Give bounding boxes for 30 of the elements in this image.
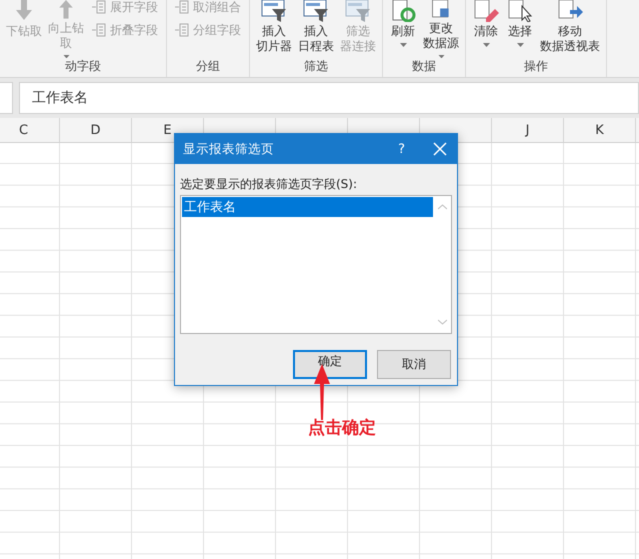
dialog-button[interactable]: 确定 (293, 350, 367, 379)
list-item[interactable]: 工作表名 (182, 197, 433, 217)
group-label: 分组 (196, 58, 220, 74)
annotation-text: 点击确定 (308, 417, 376, 439)
name-box[interactable] (0, 82, 13, 114)
ribbon-button[interactable]: 清除 (470, 0, 502, 58)
scroll-down-icon[interactable] (438, 319, 447, 325)
ribbon-button[interactable]: 移动 数据透视表 (538, 0, 602, 58)
field-prompt: 选定要显示的报表筛选页字段(S): (180, 176, 358, 193)
group-label: 动字段 (65, 58, 101, 74)
dialog-title: 显示报表筛选页 (183, 140, 275, 158)
scroll-up-icon[interactable] (438, 204, 447, 210)
group-label: 操作 (524, 58, 548, 74)
column-header[interactable]: K (564, 118, 636, 142)
column-header[interactable]: J (492, 118, 564, 142)
field-list[interactable]: 工作表名 (180, 195, 452, 334)
help-button[interactable]: ? (392, 140, 411, 158)
close-icon[interactable] (433, 142, 447, 156)
column-header[interactable]: D (60, 118, 132, 142)
ribbon-button[interactable]: 插入 切片器 (254, 0, 294, 58)
group-label: 数据 (412, 58, 436, 74)
dialog-button[interactable]: 取消 (377, 350, 451, 379)
filter-connection-icon (344, 0, 372, 22)
formula-field[interactable]: 工作表名 (19, 82, 639, 114)
ribbon-button[interactable]: 选择 (504, 0, 536, 58)
ribbon-button[interactable]: 更改 数据源 (421, 0, 461, 58)
column-header[interactable]: C (0, 118, 60, 142)
ribbon-button[interactable]: 刷新 (387, 0, 419, 58)
group-label: 筛选 (304, 58, 328, 74)
ribbon-button[interactable]: 插入 日程表 (296, 0, 336, 58)
